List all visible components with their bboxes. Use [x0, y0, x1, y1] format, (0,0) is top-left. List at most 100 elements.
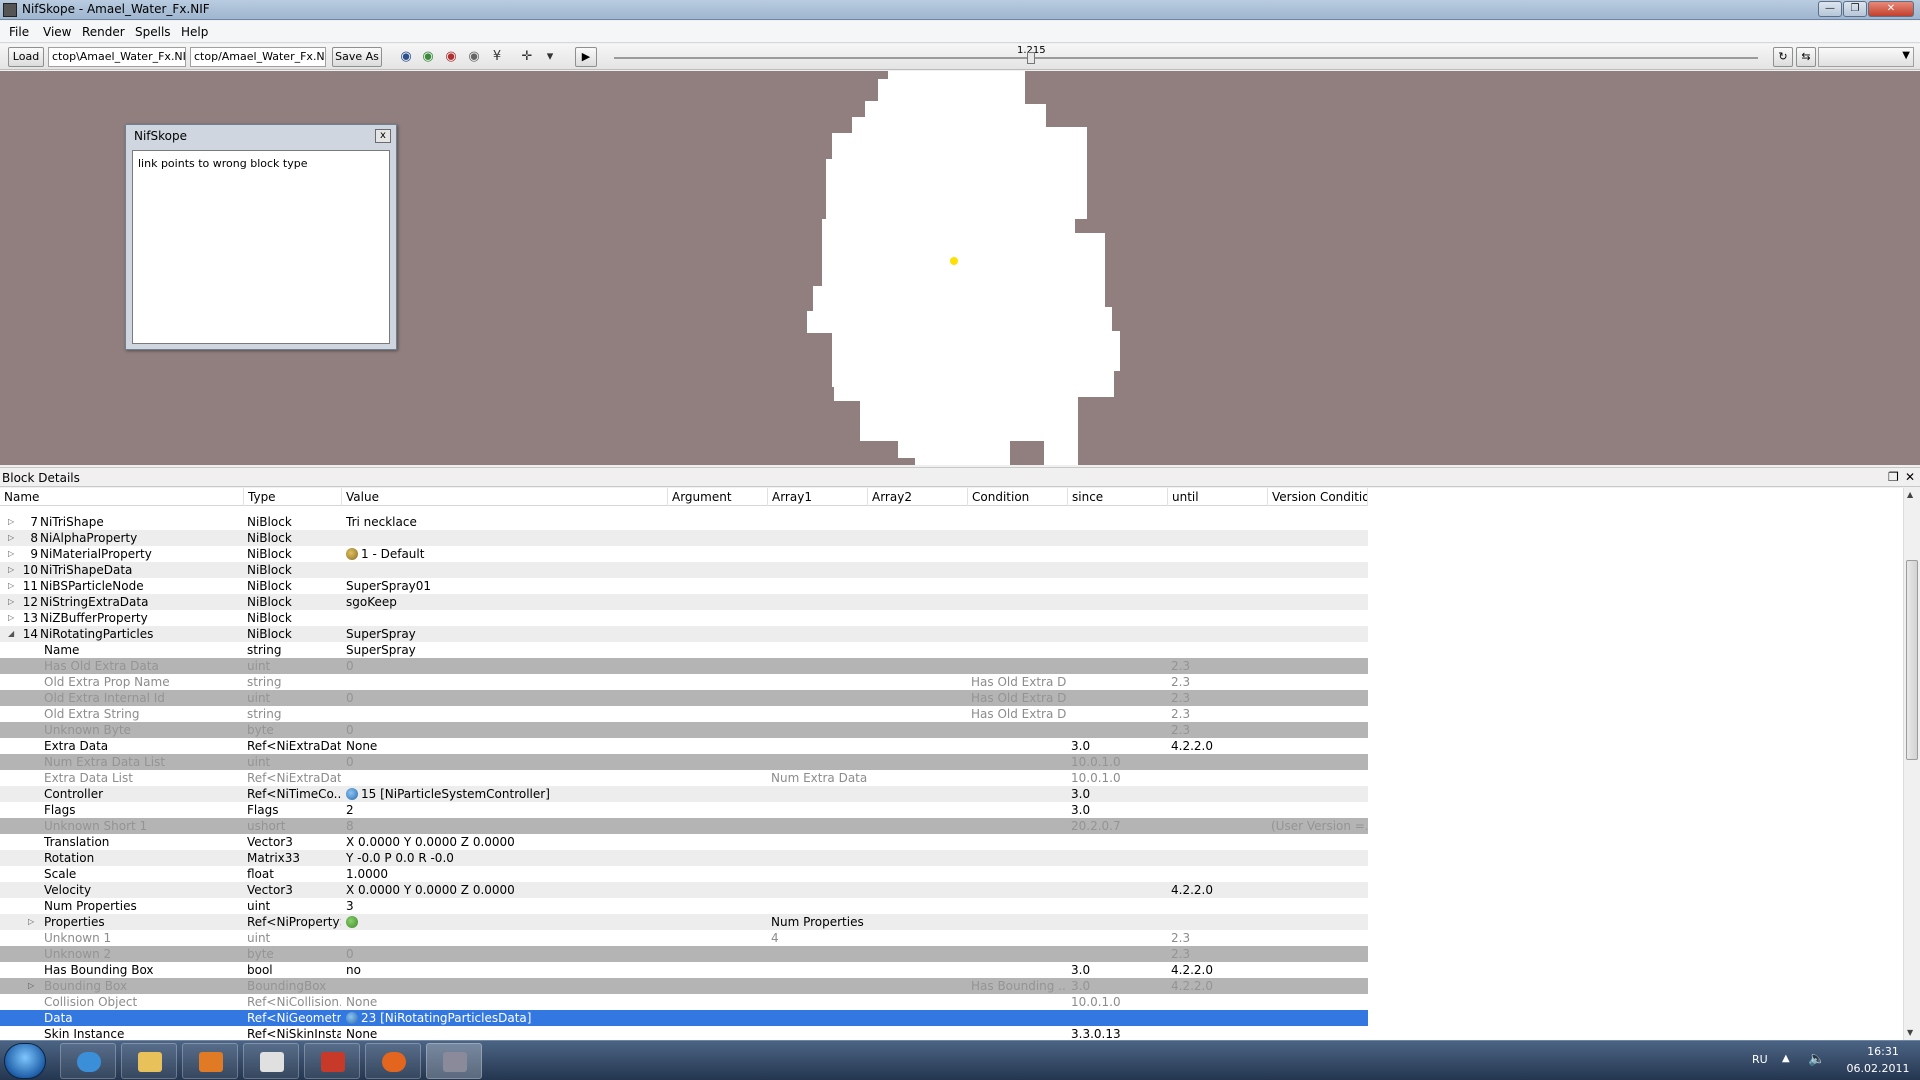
expand-arrow-icon[interactable]: ▷	[28, 978, 38, 994]
tree-row[interactable]: Data Ref<NiGeometr... 23 [NiRotatingPartic…	[0, 1010, 1368, 1026]
tree-row[interactable]: Rotation Matrix33 Y -0.0 P 0.0 R -0.0	[0, 850, 1368, 866]
taskbar-app-internet-explorer[interactable]	[60, 1043, 116, 1079]
save-as-button[interactable]: Save As	[332, 47, 382, 67]
expand-arrow-icon[interactable]: ▷	[8, 514, 18, 530]
minimize-button[interactable]: —	[1818, 1, 1842, 17]
field-value[interactable]: 3	[346, 898, 666, 914]
eye-red-icon[interactable]: ◉	[442, 49, 460, 65]
field-value[interactable]: 0	[346, 722, 666, 738]
tree-row[interactable]: Unknown Short 1 ushort 8 20.2.0.7 (User Vers…	[0, 818, 1368, 834]
tree-row[interactable]: Extra Data List Ref<NiExtraData> Num Extra…	[0, 770, 1368, 786]
block-details-tree[interactable]: Name Type Value Argument Array1 Array2 C…	[0, 488, 1903, 1040]
tree-row[interactable]: Unknown 2 byte 0 2.3	[0, 946, 1368, 962]
skeleton-icon[interactable]: ¥	[488, 49, 506, 65]
float-icon[interactable]: ❐	[1888, 470, 1899, 484]
tree-row[interactable]: Unknown Byte byte 0 2.3	[0, 722, 1368, 738]
eye-green-icon[interactable]: ◉	[419, 49, 437, 65]
col-until[interactable]: until	[1168, 488, 1268, 506]
field-value[interactable]: 23 [NiRotatingParticlesData]	[346, 1010, 666, 1026]
field-value[interactable]: 0	[346, 754, 666, 770]
close-button[interactable]: ✕	[1868, 1, 1914, 17]
menu-render[interactable]: Render	[82, 25, 125, 39]
field-value[interactable]: SuperSpray	[346, 642, 666, 658]
field-value[interactable]	[346, 530, 666, 546]
scroll-down-icon[interactable]: ▼	[1907, 1028, 1913, 1037]
axes-icon[interactable]: ✛	[518, 49, 536, 65]
menu-file[interactable]: File	[9, 25, 29, 39]
dialog-close-button[interactable]: x	[375, 129, 391, 143]
taskbar-app-media-player[interactable]	[182, 1043, 238, 1079]
taskbar-app-3d[interactable]	[243, 1043, 299, 1079]
time-slider[interactable]	[614, 57, 1758, 59]
collapse-arrow-icon[interactable]: ◢	[8, 626, 18, 642]
tree-row[interactable]: Num Extra Data List uint 0 10.0.1.0	[0, 754, 1368, 770]
tree-row[interactable]: Has Old Extra Data uint 0 2.3	[0, 658, 1368, 674]
menu-view[interactable]: View	[43, 25, 71, 39]
field-value[interactable]: None	[346, 1026, 666, 1040]
field-value[interactable]	[346, 914, 666, 930]
field-value[interactable]: SuperSpray01	[346, 578, 666, 594]
field-value[interactable]: no	[346, 962, 666, 978]
play-button[interactable]: ▶	[575, 47, 597, 67]
tree-row[interactable]: Extra Data Ref<NiExtraData> None 3.0 4.2.2.0	[0, 738, 1368, 754]
field-value[interactable]	[346, 674, 666, 690]
field-value[interactable]: None	[346, 994, 666, 1010]
field-value[interactable]: SuperSpray	[346, 626, 666, 642]
tray-expand-icon[interactable]: ▲	[1782, 1053, 1790, 1064]
field-value[interactable]	[346, 610, 666, 626]
field-value[interactable]: Tri necklace	[346, 514, 666, 530]
tree-row[interactable]: ▷ Bounding Box BoundingBox Has Bounding ...…	[0, 978, 1368, 994]
tree-row[interactable]: Has Bounding Box bool no 3.0 4.2.2.0	[0, 962, 1368, 978]
field-value[interactable]	[346, 562, 666, 578]
field-value[interactable]: None	[346, 738, 666, 754]
expand-arrow-icon[interactable]: ▷	[28, 914, 38, 930]
expand-arrow-icon[interactable]: ▷	[8, 530, 18, 546]
field-value[interactable]	[346, 770, 666, 786]
loop-button[interactable]: ↻	[1773, 47, 1793, 67]
expand-arrow-icon[interactable]: ▷	[8, 578, 18, 594]
field-value[interactable]	[346, 930, 666, 946]
expand-arrow-icon[interactable]: ▷	[8, 594, 18, 610]
col-version-condition[interactable]: Version Condition	[1268, 488, 1368, 506]
field-value[interactable]: 0	[346, 690, 666, 706]
tree-row[interactable]: Unknown 1 uint 4 2.3	[0, 930, 1368, 946]
tree-row[interactable]: ▷ 12 NiStringExtraData NiBlock sgoKeep	[0, 594, 1368, 610]
start-button[interactable]	[4, 1043, 46, 1079]
load-button[interactable]: Load	[8, 47, 44, 67]
eye-blue-icon[interactable]: ◉	[397, 49, 415, 65]
tree-row[interactable]: Name string SuperSpray	[0, 642, 1368, 658]
tree-row[interactable]: ▷ 11 NiBSParticleNode NiBlock SuperSpray01	[0, 578, 1368, 594]
render-viewport[interactable]: NifSkope x link points to wrong block ty…	[0, 71, 1920, 465]
col-name[interactable]: Name	[0, 488, 244, 506]
tree-row[interactable]: Skin Instance Ref<NiSkinInsta... None 3.3.0…	[0, 1026, 1368, 1040]
tree-row[interactable]: Scale float 1.0000	[0, 866, 1368, 882]
tree-row[interactable]: ▷ Properties Ref<NiProperty> Num Properties	[0, 914, 1368, 930]
tree-row[interactable]: Old Extra Internal Id uint 0 Has Old Extra …	[0, 690, 1368, 706]
view-dropdown-icon[interactable]: ▾	[541, 49, 559, 65]
tree-row[interactable]: ▷ 8 NiAlphaProperty NiBlock	[0, 530, 1368, 546]
col-array2[interactable]: Array2	[868, 488, 968, 506]
load-path-input[interactable]: ctop\Amael_Water_Fx.NIF	[48, 47, 186, 67]
col-value[interactable]: Value	[342, 488, 668, 506]
col-array1[interactable]: Array1	[768, 488, 868, 506]
tree-row[interactable]: ▷ 7 NiTriShape NiBlock Tri necklace	[0, 514, 1368, 530]
clock-time[interactable]: 16:31	[1848, 1045, 1918, 1058]
field-value[interactable]: 8	[346, 818, 666, 834]
eye-gray-icon[interactable]: ◉	[465, 49, 483, 65]
col-type[interactable]: Type	[244, 488, 342, 506]
tree-row[interactable]: Controller Ref<NiTimeCo... 15 [NiParticleS…	[0, 786, 1368, 802]
tree-row[interactable]: Old Extra String string Has Old Extra D...…	[0, 706, 1368, 722]
col-condition[interactable]: Condition	[968, 488, 1068, 506]
menu-help[interactable]: Help	[181, 25, 208, 39]
expand-arrow-icon[interactable]: ▷	[8, 610, 18, 626]
col-argument[interactable]: Argument	[668, 488, 768, 506]
clock-date[interactable]: 06.02.2011	[1838, 1062, 1918, 1075]
tree-row[interactable]: Flags Flags 2 3.0	[0, 802, 1368, 818]
tree-row[interactable]: ◢ 14 NiRotatingParticles NiBlock SuperSpray	[0, 626, 1368, 642]
field-value[interactable]: 0	[346, 658, 666, 674]
field-value[interactable]: X 0.0000 Y 0.0000 Z 0.0000	[346, 834, 666, 850]
taskbar-app-nifskope[interactable]	[426, 1043, 482, 1079]
menu-spells[interactable]: Spells	[135, 25, 171, 39]
scroll-up-icon[interactable]: ▲	[1907, 490, 1913, 499]
taskbar-app-file-explorer[interactable]	[121, 1043, 177, 1079]
